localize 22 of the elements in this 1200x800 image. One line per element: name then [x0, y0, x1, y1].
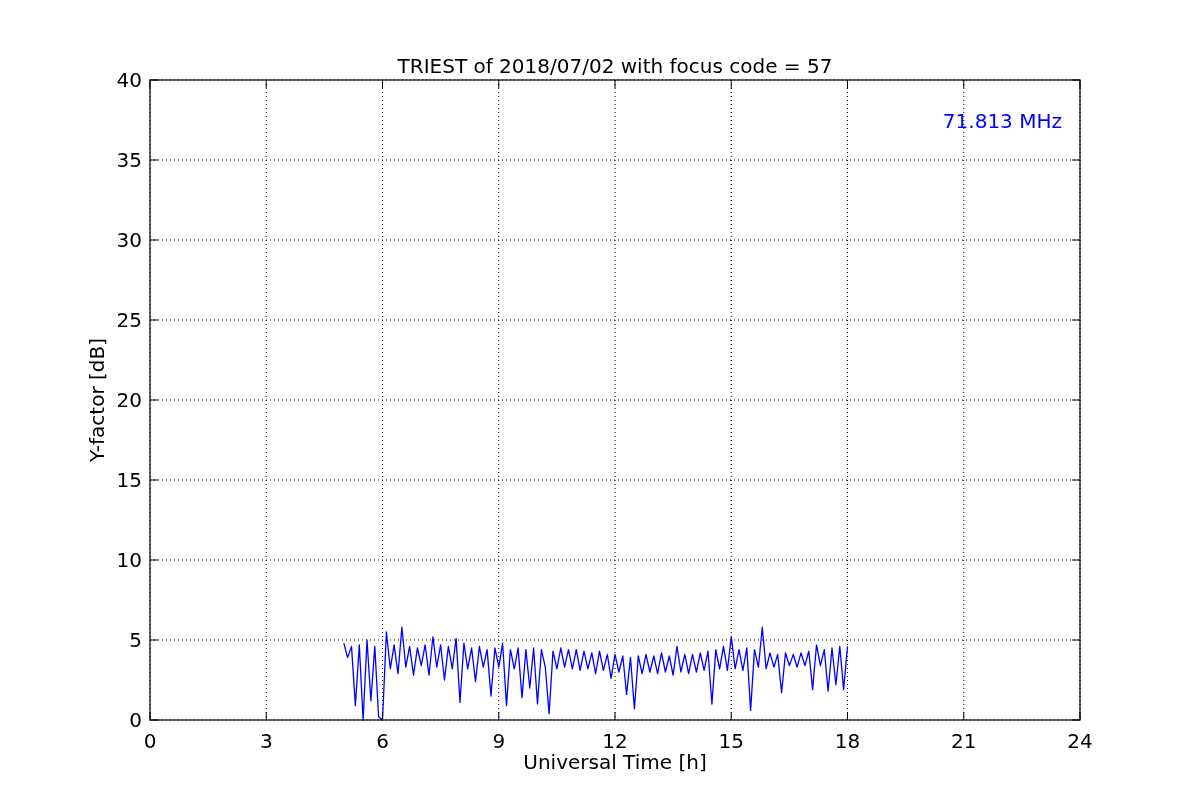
x-tick-label: 6 — [376, 729, 389, 753]
y-tick-label: 5 — [129, 628, 142, 652]
x-tick-label: 18 — [834, 729, 861, 753]
y-tick-label: 30 — [116, 228, 142, 252]
x-tick-label: 3 — [259, 729, 273, 753]
x-tick-label: 15 — [718, 729, 744, 753]
x-tick-label: 0 — [143, 729, 157, 753]
x-tick-label: 9 — [492, 729, 506, 753]
x-axis-label: Universal Time [h] — [523, 750, 707, 774]
y-tick-label: 0 — [129, 708, 142, 732]
y-tick-label: 10 — [116, 548, 142, 572]
chart-title: TRIEST of 2018/07/02 with focus code = 57 — [397, 54, 833, 78]
y-axis-label: Y-factor [dB] — [85, 338, 109, 462]
frequency-annotation: 71.813 MHz — [942, 109, 1062, 133]
y-tick-label: 40 — [116, 68, 142, 92]
y-tick-label: 35 — [116, 148, 142, 172]
x-tick-label: 21 — [951, 729, 977, 753]
y-tick-label: 20 — [116, 388, 142, 412]
x-tick-label: 12 — [602, 729, 628, 753]
x-tick-label: 24 — [1067, 729, 1093, 753]
y-tick-label: 15 — [116, 468, 142, 492]
y-tick-label: 25 — [116, 308, 142, 332]
